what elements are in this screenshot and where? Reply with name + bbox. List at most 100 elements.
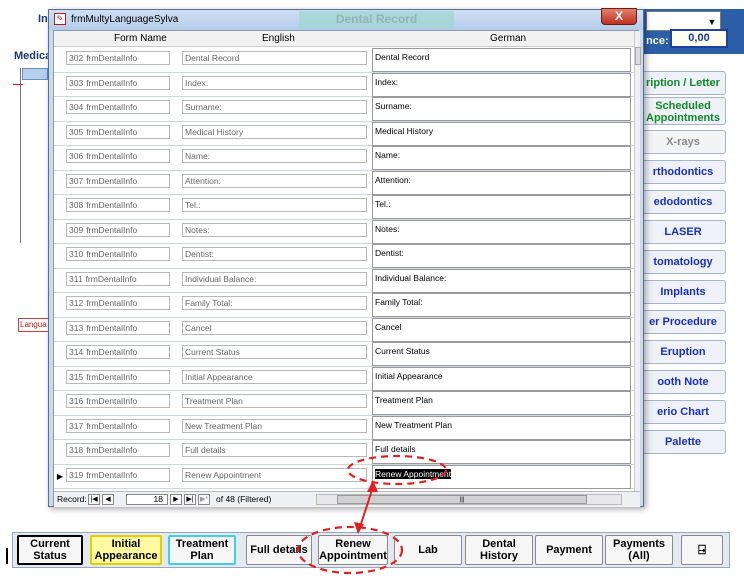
german-cell[interactable]: Family Total:	[372, 293, 631, 317]
form-name-cell[interactable]: 314 frmDentalInfo	[66, 345, 170, 359]
side-button[interactable]: edodontics	[640, 190, 726, 214]
payment-button[interactable]: Payment	[535, 535, 603, 565]
dialog-titlebar[interactable]: ✎ frmMultyLanguageSylva Dental Record X	[49, 8, 643, 30]
row-selector[interactable]	[55, 195, 65, 219]
form-name-cell[interactable]: 319 frmDentalInfo	[66, 467, 170, 482]
payments-all-button[interactable]: Payments (All)	[605, 535, 673, 565]
row-selector[interactable]	[55, 122, 65, 146]
form-name-cell[interactable]: 308 frmDentalInfo	[66, 198, 170, 212]
table-row[interactable]: 310 frmDentalInfo Dentist: Dentist:	[54, 244, 634, 269]
english-cell[interactable]: Cancel	[182, 320, 367, 335]
form-name-cell[interactable]: 317 frmDentalInfo	[66, 418, 170, 433]
initial-appearance-button[interactable]: Initial Appearance	[90, 535, 162, 565]
form-name-cell[interactable]: 316 frmDentalInfo	[66, 394, 170, 408]
exit-button[interactable]: ⍈	[681, 535, 723, 565]
english-cell[interactable]: Renew Appointment	[182, 467, 367, 482]
german-cell[interactable]: Renew Appointment	[372, 464, 631, 489]
horizontal-scroll-thumb[interactable]: |||	[337, 495, 587, 504]
english-cell[interactable]: Family Total:	[182, 296, 367, 310]
german-cell[interactable]: Initial Appearance	[372, 366, 631, 391]
table-row[interactable]: 315 frmDentalInfo Initial Appearance Initia…	[54, 366, 634, 391]
side-button[interactable]: rthodontics	[640, 160, 726, 184]
side-button[interactable]: Scheduled Appointments	[640, 97, 726, 125]
german-cell[interactable]: Attention:	[372, 170, 631, 195]
form-name-cell[interactable]: 310 frmDentalInfo	[66, 247, 170, 261]
table-row[interactable]: 314 frmDentalInfo Current Status Current St…	[54, 342, 634, 367]
form-name-cell[interactable]: 303 frmDentalInfo	[66, 75, 170, 90]
table-row[interactable]: 308 frmDentalInfo Tel.: Tel.:	[54, 195, 634, 220]
form-name-cell[interactable]: 304 frmDentalInfo	[66, 100, 170, 114]
table-row[interactable]: 307 frmDentalInfo Attention: Attention:	[54, 170, 634, 195]
row-selector[interactable]	[55, 146, 65, 170]
german-cell[interactable]: Current Status	[372, 342, 631, 366]
row-selector[interactable]	[55, 48, 65, 72]
side-button[interactable]: X-rays	[640, 130, 726, 154]
table-row[interactable]: 303 frmDentalInfo Index: Index:	[54, 72, 634, 97]
english-cell[interactable]: Index:	[182, 75, 367, 90]
form-name-cell[interactable]: 309 frmDentalInfo	[66, 222, 170, 237]
german-cell[interactable]: Full details	[372, 440, 631, 464]
lab-button[interactable]: Lab	[394, 535, 462, 565]
table-row[interactable]: 302 frmDentalInfo Dental Record Dental Reco…	[54, 48, 634, 73]
table-row[interactable]: 304 frmDentalInfo Surname: Surname:	[54, 97, 634, 122]
row-selector[interactable]	[55, 342, 65, 366]
form-name-cell[interactable]: 315 frmDentalInfo	[66, 369, 170, 384]
bg-combo-select[interactable]: ▼	[646, 11, 721, 31]
form-name-cell[interactable]: 305 frmDentalInfo	[66, 124, 170, 139]
english-cell[interactable]: Dental Record	[182, 51, 367, 65]
row-selector[interactable]	[55, 367, 65, 391]
english-cell[interactable]: Name:	[182, 149, 367, 163]
vertical-scrollbar[interactable]	[634, 31, 641, 507]
table-row[interactable]: 311 frmDentalInfo Individual Balance: Indiv…	[54, 268, 634, 293]
row-selector[interactable]	[55, 220, 65, 244]
table-row[interactable]: 309 frmDentalInfo Notes: Notes:	[54, 219, 634, 244]
side-button[interactable]: ription / Letter	[640, 71, 726, 95]
form-name-cell[interactable]: 307 frmDentalInfo	[66, 173, 170, 188]
dental-history-button[interactable]: Dental History	[465, 535, 533, 565]
row-selector[interactable]	[55, 440, 65, 464]
row-selector[interactable]	[55, 244, 65, 268]
german-cell[interactable]: Dentist:	[372, 244, 631, 268]
last-record-button[interactable]: ▶|	[184, 494, 196, 505]
english-cell[interactable]: Initial Appearance	[182, 369, 367, 384]
form-name-cell[interactable]: 306 frmDentalInfo	[66, 149, 170, 163]
english-cell[interactable]: Treatment Plan	[182, 394, 367, 408]
german-cell[interactable]: Index:	[372, 72, 631, 97]
treatment-plan-button[interactable]: Treatment Plan	[168, 535, 236, 565]
row-selector[interactable]	[55, 318, 65, 342]
prev-record-button[interactable]: ◀	[102, 494, 114, 505]
renew-appointment-button[interactable]: Renew Appointment	[318, 535, 388, 565]
current-record-input[interactable]: 18	[126, 494, 168, 505]
side-button[interactable]: ooth Note	[640, 370, 726, 394]
side-button[interactable]: Palette	[640, 430, 726, 454]
side-button[interactable]: Eruption	[640, 340, 726, 364]
german-cell[interactable]: Medical History	[372, 121, 631, 146]
english-cell[interactable]: Individual Balance:	[182, 271, 367, 286]
german-cell[interactable]: Individual Balance:	[372, 268, 631, 293]
german-cell[interactable]: Notes:	[372, 219, 631, 244]
side-button[interactable]: Implants	[640, 280, 726, 304]
first-record-button[interactable]: |◀	[88, 494, 100, 505]
row-selector[interactable]	[55, 269, 65, 293]
english-cell[interactable]: Full details	[182, 443, 367, 457]
english-cell[interactable]: Current Status	[182, 345, 367, 359]
horizontal-scrollbar[interactable]: |||	[316, 494, 622, 505]
row-selector[interactable]	[55, 97, 65, 121]
row-selector[interactable]	[55, 293, 65, 317]
form-name-cell[interactable]: 312 frmDentalInfo	[66, 296, 170, 310]
side-button[interactable]: LASER	[640, 220, 726, 244]
german-cell[interactable]: Dental Record	[372, 48, 631, 72]
table-row[interactable]: 312 frmDentalInfo Family Total: Family Tota…	[54, 293, 634, 318]
form-name-cell[interactable]: 313 frmDentalInfo	[66, 320, 170, 335]
current-record-indicator-icon[interactable]: ▶	[55, 465, 65, 489]
row-selector[interactable]	[55, 391, 65, 415]
german-cell[interactable]: Treatment Plan	[372, 391, 631, 415]
side-button[interactable]: tomatology	[640, 250, 726, 274]
german-cell[interactable]: New Treatment Plan	[372, 415, 631, 440]
full-details-button[interactable]: Full details	[246, 535, 312, 565]
english-cell[interactable]: Notes:	[182, 222, 367, 237]
language-badge[interactable]: Langua	[18, 318, 50, 332]
table-row[interactable]: ▶ 319 frmDentalInfo Renew Appointment Renew …	[54, 464, 634, 489]
row-selector[interactable]	[55, 73, 65, 97]
side-button[interactable]: erio Chart	[640, 400, 726, 424]
